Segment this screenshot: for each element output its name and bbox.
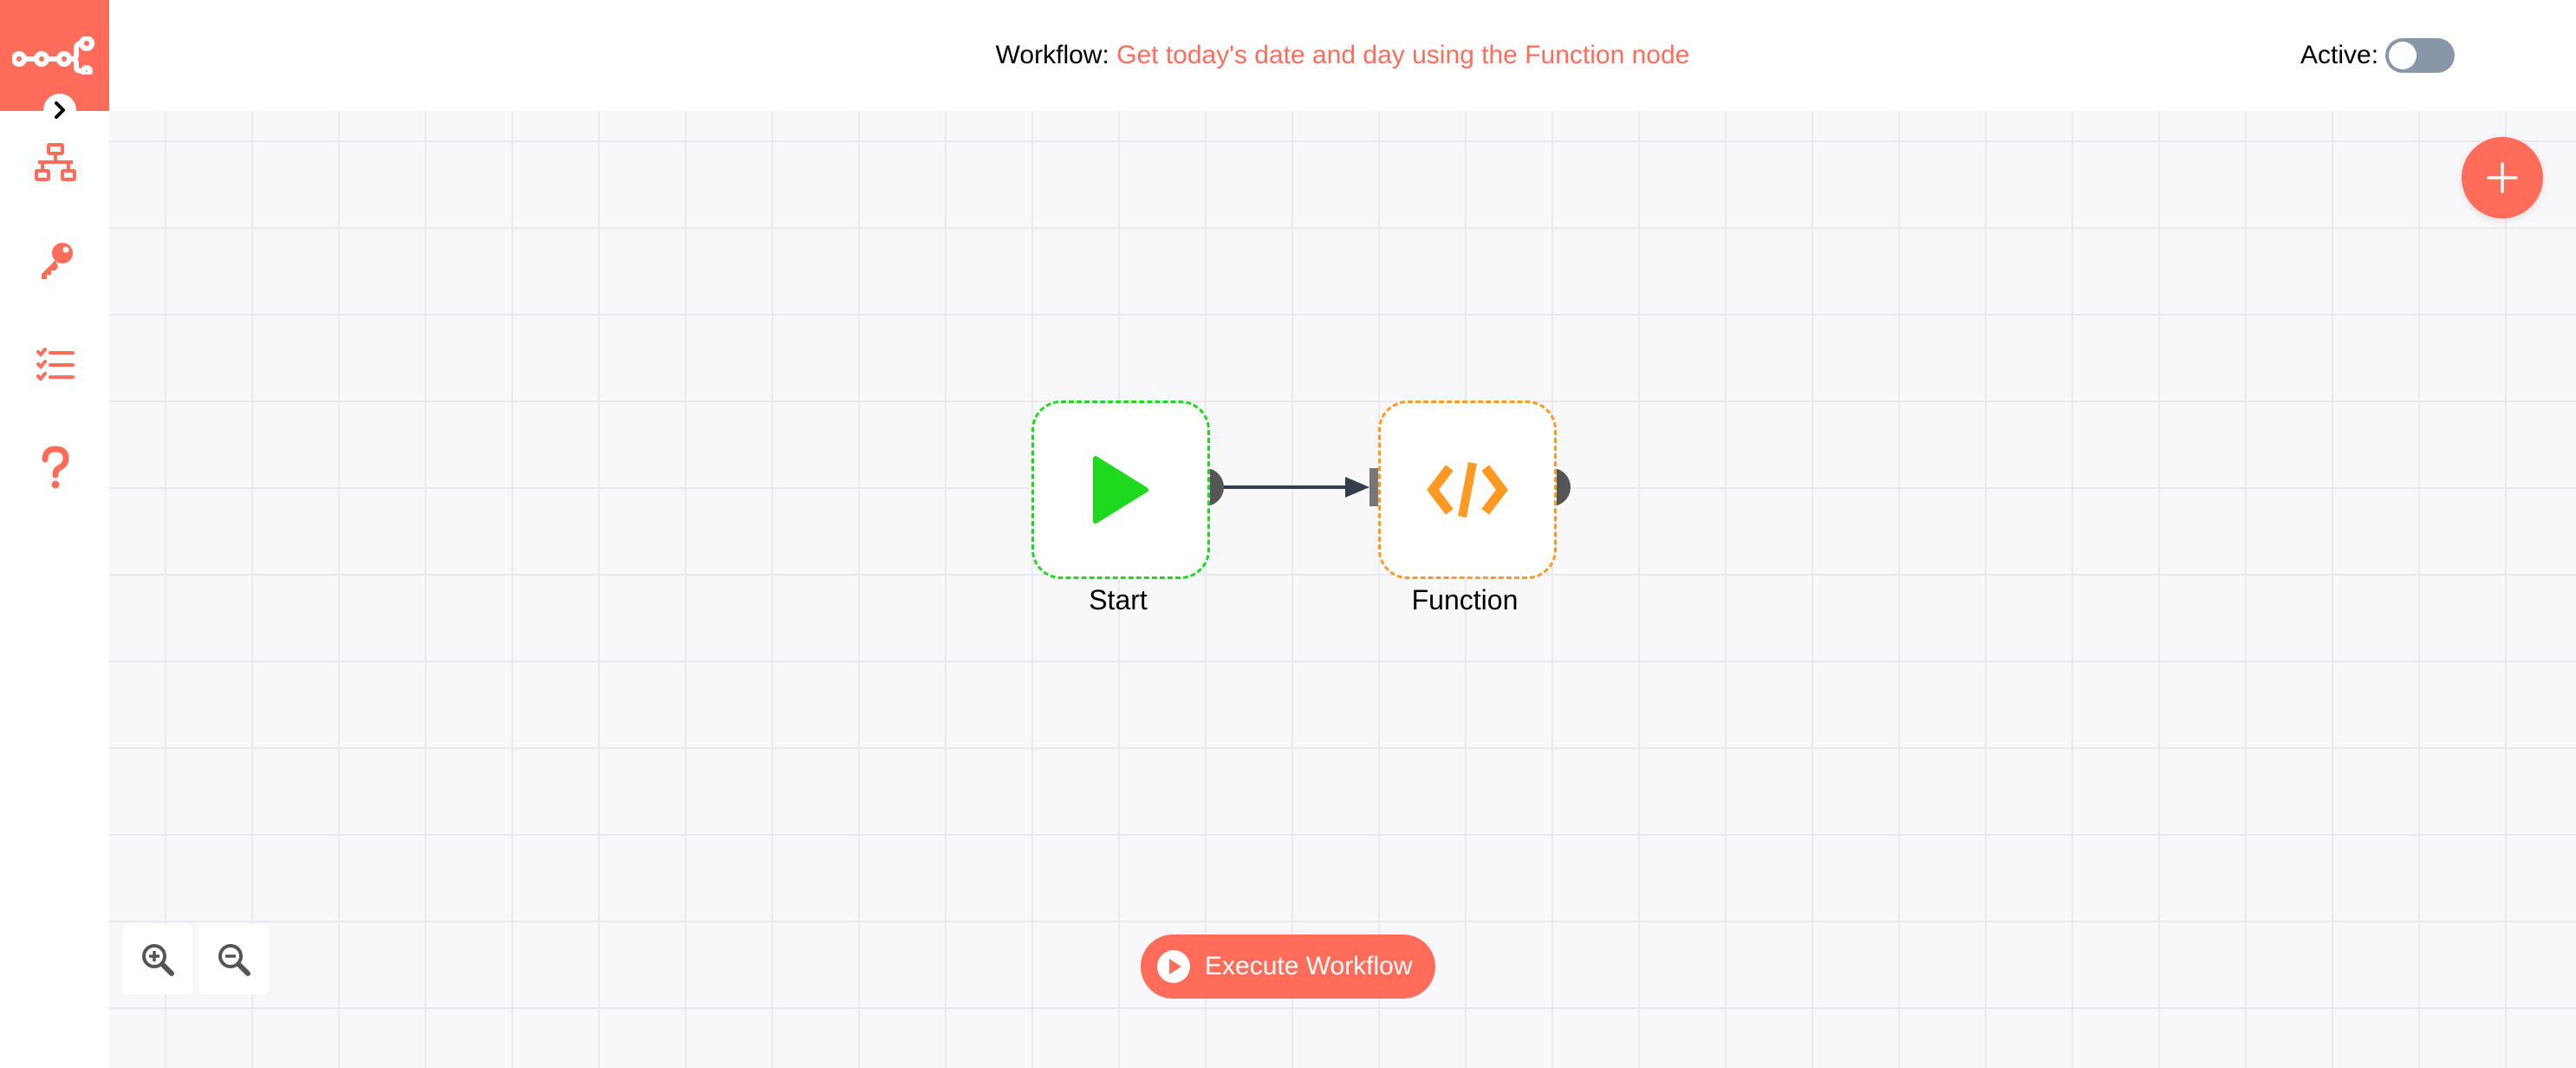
sidebar-item-workflows[interactable] [31,139,80,187]
executions-list-icon [36,348,75,381]
plus-icon [2487,162,2518,193]
execute-workflow-button[interactable]: Execute Workflow [1141,934,1435,999]
code-icon [1427,462,1508,518]
zoom-in-icon [142,944,174,976]
sidebar-item-credentials[interactable] [31,236,80,284]
node-function[interactable] [1378,400,1557,579]
sidebar [0,0,109,1068]
workflows-icon [35,143,76,181]
n8n-logo-icon [12,36,94,75]
connection-layer [1186,468,1571,506]
key-icon [42,243,73,279]
expand-sidebar-button[interactable] [43,94,76,127]
add-node-button[interactable] [2462,137,2543,218]
connection-arrowhead [1345,477,1369,498]
execute-workflow-label: Execute Workflow [1205,952,1413,980]
node-label-function: Function [1411,584,1519,615]
node-label-start: Start [1089,584,1148,615]
play-icon [1093,456,1148,524]
zoom-out-button[interactable] [199,925,269,994]
sidebar-item-help[interactable] [31,444,80,492]
chevron-right-icon [55,101,65,119]
play-circle-icon [1157,950,1190,983]
help-icon [42,446,69,489]
zoom-out-icon [218,944,250,976]
node-start[interactable] [1031,400,1210,579]
sidebar-item-executions[interactable] [31,340,80,388]
zoom-in-button[interactable] [123,925,192,994]
